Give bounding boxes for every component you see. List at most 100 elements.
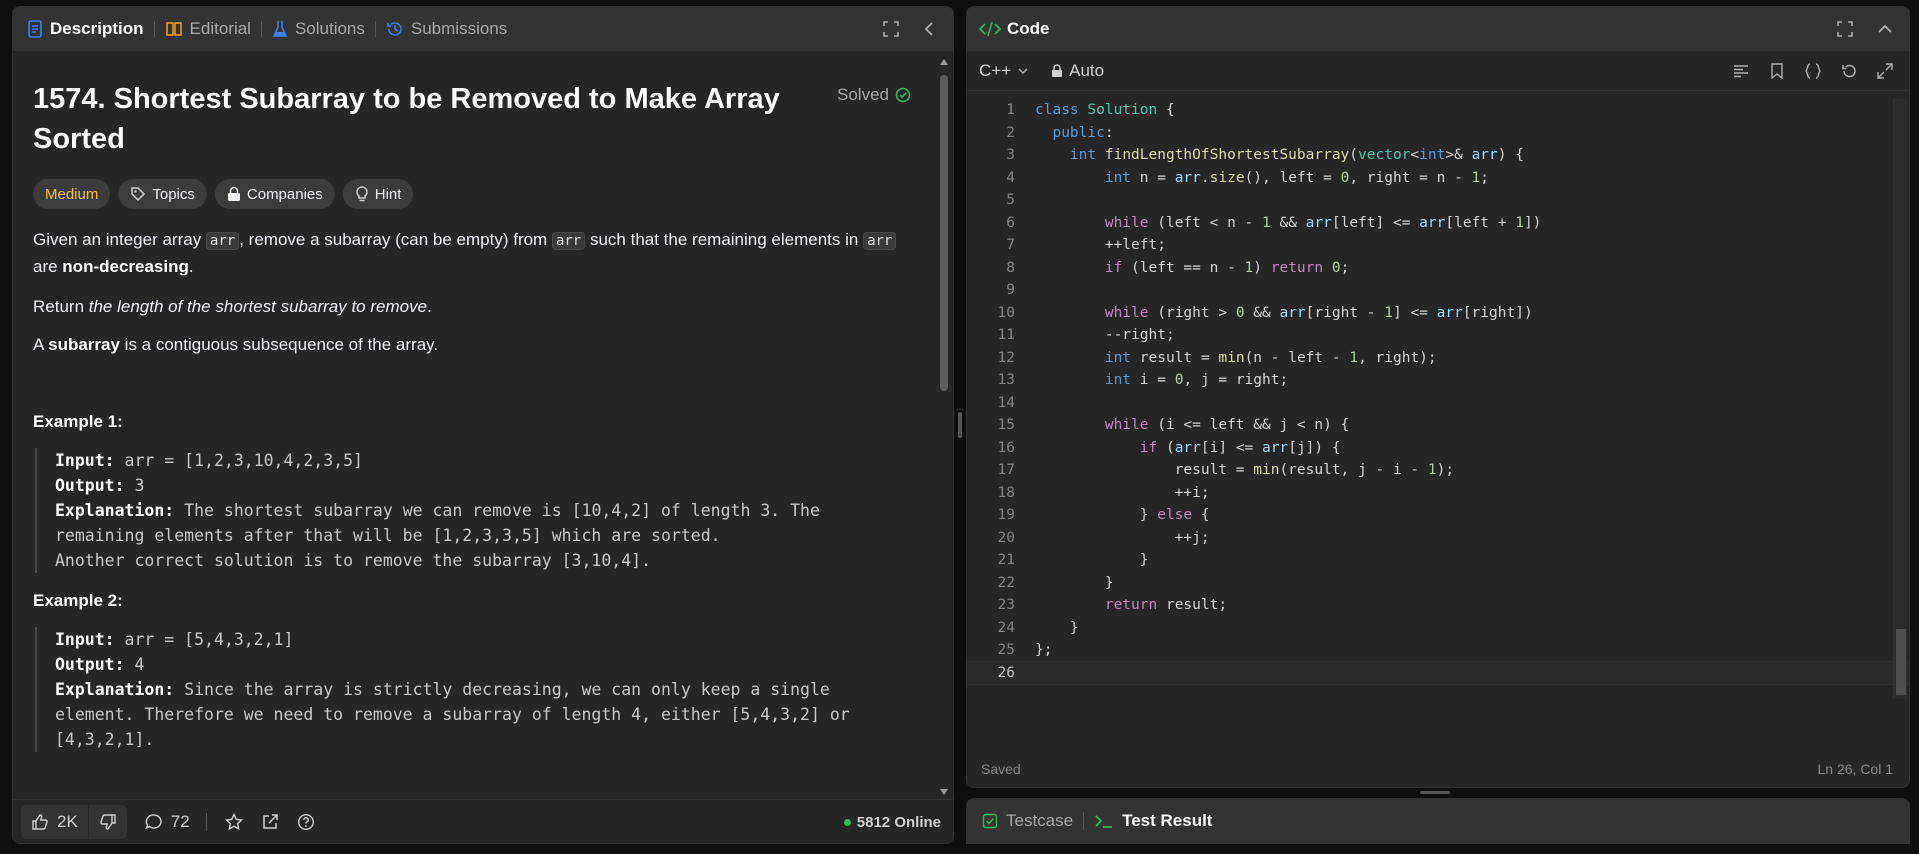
- bookmark-icon[interactable]: [1767, 61, 1787, 81]
- code-line[interactable]: 9: [967, 279, 1909, 302]
- example-2-title: Example 2:: [33, 591, 123, 610]
- code-line[interactable]: 5: [967, 189, 1909, 212]
- problem-chips: Medium Topics Companies Hint: [33, 179, 917, 209]
- code-line[interactable]: 22 }: [967, 572, 1909, 595]
- tab-submissions[interactable]: Submissions: [386, 19, 507, 39]
- code-editor[interactable]: 1 class Solution {2 public: 3 int findLeng…: [967, 99, 1909, 749]
- companies-chip[interactable]: Companies: [214, 179, 335, 209]
- problem-return: Return the length of the shortest subarr…: [33, 294, 917, 320]
- code-line[interactable]: 21 }: [967, 549, 1909, 572]
- statement-text: are: [33, 257, 63, 276]
- tab-testcase[interactable]: Testcase: [982, 811, 1073, 831]
- auto-label: Auto: [1069, 60, 1105, 80]
- code-line[interactable]: 18 ++i;: [967, 482, 1909, 505]
- companies-label: Companies: [246, 185, 323, 203]
- editor-statusbar: Saved Ln 26, Col 1: [967, 751, 1909, 787]
- line-number: 10: [997, 304, 1015, 321]
- code-line[interactable]: 14: [967, 392, 1909, 415]
- tab-separator: [153, 21, 155, 37]
- scroll-down-arrow[interactable]: [940, 789, 948, 795]
- help-button[interactable]: [297, 813, 315, 831]
- app-root: Description Editorial Solutions Submissi…: [0, 0, 1919, 854]
- inline-code: arr: [863, 232, 897, 250]
- comment-count: 72: [170, 811, 190, 831]
- auto-mode-toggle[interactable]: Auto: [1051, 61, 1104, 81]
- code-line[interactable]: 1 class Solution {: [967, 99, 1909, 122]
- scroll-up-arrow[interactable]: [940, 59, 948, 65]
- code-line[interactable]: 11 --right;: [967, 324, 1909, 347]
- collapse-left-icon[interactable]: [919, 19, 939, 39]
- tab-solutions[interactable]: Solutions: [272, 19, 365, 39]
- tab-test-result[interactable]: Test Result: [1094, 811, 1212, 831]
- code-line[interactable]: 20 ++j;: [967, 527, 1909, 550]
- code-text: }: [1035, 574, 1114, 591]
- hint-chip[interactable]: Hint: [342, 179, 414, 209]
- comments-button[interactable]: 72: [145, 812, 190, 832]
- input-label: Input:: [55, 451, 115, 470]
- code-line[interactable]: 7 ++left;: [967, 234, 1909, 257]
- code-line[interactable]: 17 result = min(result, j - i - 1);: [967, 459, 1909, 482]
- description-bottombar: 2K 72 5812 Online: [13, 799, 953, 843]
- subarray-definition: A subarray is a contiguous subsequence o…: [33, 332, 917, 358]
- code-text: if (left == n - 1) return 0;: [1104, 259, 1350, 276]
- code-line[interactable]: 8 if (left == n - 1) return 0;: [967, 257, 1909, 280]
- return-text: .: [427, 297, 432, 316]
- input-label: Input:: [55, 630, 115, 649]
- like-button[interactable]: 2K: [21, 805, 88, 839]
- code-line[interactable]: 12 int result = min(n - left - 1, right)…: [967, 347, 1909, 370]
- line-number: 11: [997, 327, 1015, 343]
- code-line[interactable]: 16 if (arr[i] <= arr[j]) {: [967, 437, 1909, 460]
- solved-status: Solved: [837, 85, 911, 105]
- inline-code: arr: [551, 232, 586, 250]
- line-number: 26: [997, 664, 1015, 681]
- code-line[interactable]: 23 return result;: [967, 594, 1909, 617]
- format-lines-icon[interactable]: [1731, 61, 1751, 81]
- panel-resize-handle[interactable]: [958, 412, 962, 438]
- checkbox-icon: [982, 813, 998, 829]
- tag-icon: [131, 187, 146, 202]
- editor-scrollbar[interactable]: [1893, 99, 1907, 699]
- example-2-block: Input: arr = [5,4,3,2,1] Output: 4 Expla…: [35, 627, 917, 752]
- description-scrollbar[interactable]: [937, 57, 951, 797]
- editor-scroll-thumb[interactable]: [1896, 629, 1906, 695]
- code-panel: Code C++ Auto 1 class Solution {2 publi…: [966, 6, 1910, 788]
- code-line[interactable]: 13 int i = 0, j = right;: [967, 369, 1909, 392]
- code-line[interactable]: 10 while (right > 0 && arr[right - 1] <=…: [967, 302, 1909, 325]
- fullscreen-icon[interactable]: [881, 19, 901, 39]
- line-number: 25: [997, 642, 1015, 658]
- code-line[interactable]: 3 int findLengthOfShortestSubarray(vecto…: [967, 144, 1909, 167]
- tab-description[interactable]: Description: [27, 19, 144, 39]
- language-select[interactable]: C++: [979, 61, 1029, 81]
- share-button[interactable]: [261, 813, 279, 831]
- code-line[interactable]: 25};: [967, 639, 1909, 662]
- code-line[interactable]: 19 } else {: [967, 504, 1909, 527]
- line-number: 4: [1006, 169, 1015, 186]
- reset-icon[interactable]: [1839, 61, 1859, 81]
- online-indicator: 5812 Online: [843, 800, 941, 843]
- test-result-label: Test Result: [1122, 811, 1213, 830]
- dislike-button[interactable]: [89, 805, 127, 839]
- code-line[interactable]: 4 int n = arr.size(), left = 0, right = …: [967, 167, 1909, 190]
- history-icon: [387, 22, 402, 36]
- code-line[interactable]: 15 while (i <= left && j < n) {: [967, 414, 1909, 437]
- braces-icon[interactable]: [1803, 61, 1823, 81]
- scroll-thumb[interactable]: [940, 75, 948, 391]
- fullscreen-icon[interactable]: [1835, 19, 1855, 39]
- favorite-button[interactable]: [224, 812, 243, 831]
- code-line[interactable]: 2 public:: [967, 122, 1909, 145]
- tab-editorial[interactable]: Editorial: [165, 19, 251, 39]
- expand-icon[interactable]: [1875, 61, 1895, 81]
- code-text: int n = arr.size(), left = 0, right = n …: [1104, 169, 1490, 186]
- comment-icon: [145, 813, 162, 829]
- vertical-resize-handle[interactable]: [1420, 791, 1450, 794]
- example-2-input: arr = [5,4,3,2,1]: [114, 630, 294, 649]
- code-line[interactable]: 26: [967, 660, 1909, 685]
- collapse-up-icon[interactable]: [1875, 19, 1895, 39]
- code-text: if (arr[i] <= arr[j]) {: [1139, 439, 1341, 456]
- code-line[interactable]: 6 while (left < n - 1 && arr[left] <= ar…: [967, 212, 1909, 235]
- help-icon: [297, 813, 314, 830]
- topics-chip[interactable]: Topics: [118, 179, 207, 209]
- code-line[interactable]: 24 }: [967, 617, 1909, 640]
- output-label: Output:: [55, 476, 125, 495]
